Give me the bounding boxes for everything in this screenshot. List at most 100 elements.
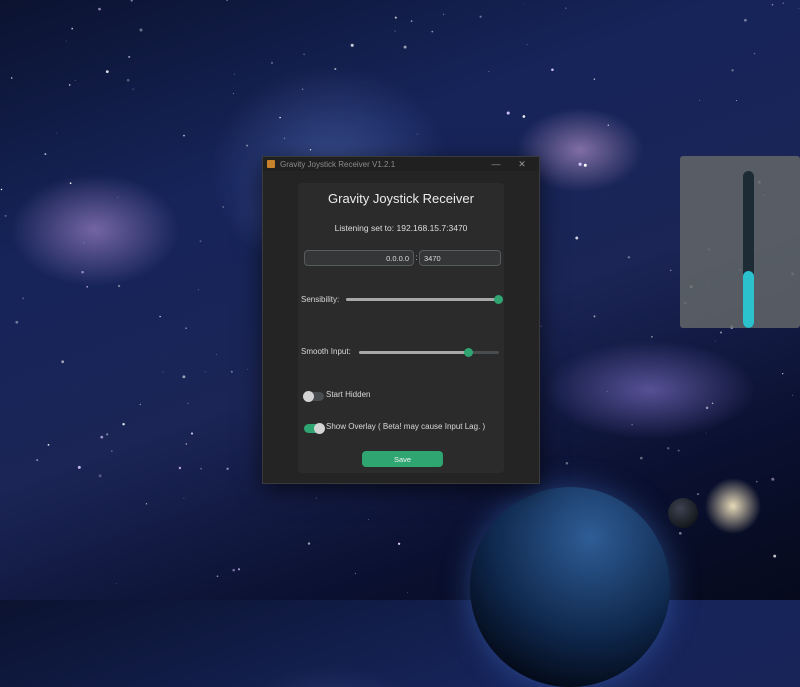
star-dot bbox=[178, 466, 182, 470]
star-dot bbox=[185, 327, 187, 329]
show-overlay-toggle[interactable] bbox=[304, 423, 325, 434]
star-dot bbox=[56, 132, 58, 134]
star-dot bbox=[523, 4, 524, 5]
star-dot bbox=[159, 315, 161, 318]
star-dot bbox=[782, 2, 784, 4]
star-dot bbox=[199, 240, 202, 243]
star-dot bbox=[283, 137, 286, 139]
star-dot bbox=[100, 435, 104, 439]
star-dot bbox=[578, 162, 582, 166]
star-dot bbox=[782, 372, 784, 375]
star-dot bbox=[0, 188, 3, 191]
star-dot bbox=[200, 468, 202, 470]
star-dot bbox=[506, 111, 510, 115]
star-dot bbox=[44, 153, 47, 156]
star-dot bbox=[117, 197, 119, 198]
star-dot bbox=[81, 270, 84, 274]
smooth-input-label: Smooth Input: bbox=[301, 347, 351, 356]
star-dot bbox=[627, 256, 631, 259]
star-dot bbox=[183, 134, 185, 137]
star-dot bbox=[410, 20, 413, 22]
star-dot bbox=[65, 40, 67, 42]
star-dot bbox=[431, 30, 434, 33]
star-dot bbox=[139, 28, 143, 32]
star-dot bbox=[551, 68, 554, 72]
star-dot bbox=[122, 422, 125, 426]
star-dot bbox=[187, 402, 189, 404]
star-dot bbox=[773, 554, 777, 558]
star-dot bbox=[247, 368, 249, 370]
star-dot bbox=[394, 16, 397, 19]
star-dot bbox=[798, 8, 800, 9]
overlay-level-fill bbox=[743, 271, 754, 328]
star-dot bbox=[771, 3, 774, 6]
close-icon[interactable]: ✕ bbox=[509, 157, 535, 171]
star-dot bbox=[735, 100, 738, 102]
star-dot bbox=[98, 7, 101, 11]
star-dot bbox=[791, 394, 793, 396]
star-dot bbox=[583, 163, 587, 167]
sensibility-slider[interactable] bbox=[346, 295, 503, 304]
star-dot bbox=[77, 465, 81, 469]
star-dot bbox=[204, 371, 206, 373]
star-dot bbox=[182, 375, 186, 379]
star-dot bbox=[185, 443, 187, 445]
ip-address-input[interactable] bbox=[304, 250, 414, 266]
star-dot bbox=[116, 583, 117, 584]
star-dot bbox=[315, 497, 317, 499]
star-dot bbox=[132, 88, 134, 90]
star-dot bbox=[565, 7, 567, 9]
start-hidden-toggle[interactable] bbox=[303, 391, 324, 402]
star-dot bbox=[731, 69, 734, 72]
star-dot bbox=[631, 424, 633, 426]
star-dot bbox=[667, 447, 670, 450]
star-dot bbox=[83, 242, 85, 244]
star-dot bbox=[190, 432, 194, 435]
smooth-input-slider[interactable] bbox=[359, 348, 499, 357]
star-dot bbox=[407, 592, 408, 594]
star-dot bbox=[526, 44, 528, 45]
star-dot bbox=[367, 518, 369, 520]
star-dot bbox=[711, 402, 714, 404]
star-dot bbox=[755, 480, 758, 483]
star-dot bbox=[677, 449, 680, 452]
star-dot bbox=[183, 497, 185, 499]
save-button[interactable]: Save bbox=[362, 451, 443, 467]
star-dot bbox=[4, 214, 7, 217]
smooth-input-slider-handle[interactable] bbox=[464, 348, 474, 357]
app-window: Gravity Joystick Receiver V1.2.1 — ✕ Gra… bbox=[262, 156, 540, 484]
star-dot bbox=[86, 285, 89, 288]
star-dot bbox=[669, 269, 672, 272]
star-dot bbox=[226, 0, 228, 1]
listening-status: Listening set to: 192.168.15.7:3470 bbox=[334, 223, 468, 233]
star-dot bbox=[139, 403, 141, 406]
sensibility-slider-handle[interactable] bbox=[494, 295, 503, 304]
star-dot bbox=[68, 84, 71, 86]
star-dot bbox=[354, 572, 356, 574]
star-dot bbox=[639, 456, 643, 460]
star-dot bbox=[607, 124, 610, 127]
star-dot bbox=[697, 493, 699, 495]
star-dot bbox=[270, 61, 274, 65]
star-dot bbox=[230, 370, 233, 373]
show-overlay-label: Show Overlay ( Beta! may cause Input Lag… bbox=[326, 422, 486, 431]
star-dot bbox=[130, 0, 133, 2]
star-dot bbox=[198, 289, 199, 291]
overlay-level-track bbox=[743, 171, 754, 328]
star-dot bbox=[720, 331, 722, 334]
port-input[interactable] bbox=[419, 250, 501, 266]
star-dot bbox=[403, 45, 407, 49]
star-dot bbox=[771, 477, 775, 481]
star-dot bbox=[522, 115, 526, 118]
sensibility-label: Sensibility: bbox=[301, 295, 340, 304]
star-dot bbox=[350, 43, 354, 47]
minimize-icon[interactable]: — bbox=[483, 157, 509, 171]
star-dot bbox=[307, 542, 311, 545]
settings-panel: Gravity Joystick Receiver Listening set … bbox=[298, 183, 504, 473]
star-dot bbox=[593, 78, 596, 80]
title-bar[interactable]: Gravity Joystick Receiver V1.2.1 — ✕ bbox=[263, 157, 539, 171]
star-dot bbox=[303, 53, 306, 56]
star-dot bbox=[397, 542, 401, 545]
star-dot bbox=[246, 144, 249, 147]
star-dot bbox=[593, 315, 596, 318]
